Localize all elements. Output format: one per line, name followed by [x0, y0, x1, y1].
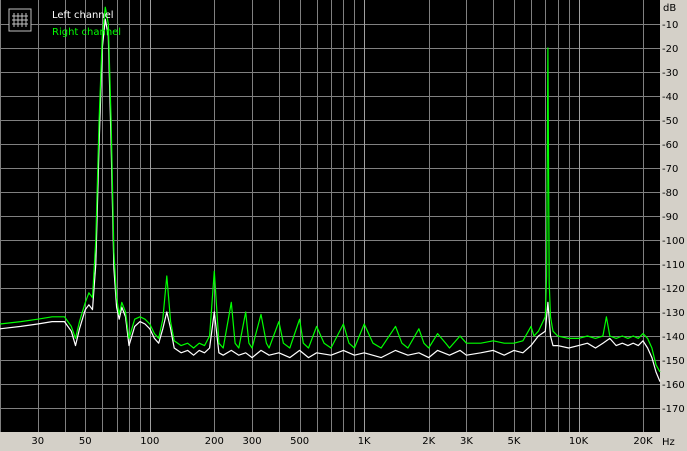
- x-tick-label: 3K: [460, 436, 473, 447]
- y-tick-label: -140: [662, 332, 685, 343]
- y-unit-label: dB: [663, 3, 676, 14]
- y-tick-label: -90: [662, 212, 678, 223]
- x-tick-label: 10K: [569, 436, 589, 447]
- y-tick-label: -70: [662, 164, 678, 175]
- y-tick-label: -10: [662, 20, 678, 31]
- y-tick-label: -60: [662, 140, 678, 151]
- x-tick-label: 50: [79, 436, 92, 447]
- y-tick-label: -160: [662, 380, 685, 391]
- y-tick-label: -170: [662, 404, 685, 415]
- x-unit-label: Hz: [662, 437, 675, 448]
- y-tick-label: -120: [662, 284, 685, 295]
- y-tick-label: -100: [662, 236, 685, 247]
- x-tick-label: 200: [205, 436, 224, 447]
- x-tick-label: 30: [31, 436, 44, 447]
- legend-left-channel: Left channel: [52, 10, 114, 21]
- x-tick-label: 300: [243, 436, 262, 447]
- y-tick-label: -20: [662, 44, 678, 55]
- x-tick-label: 100: [140, 436, 159, 447]
- x-tick-label: 5K: [508, 436, 521, 447]
- x-axis-ticks: 30 50 100 200 300 500 1K 2K 3K 5K 10K 20K: [31, 436, 653, 447]
- legend-right-channel: Right channel: [52, 27, 121, 38]
- y-tick-label: -150: [662, 356, 685, 367]
- y-tick-label: -80: [662, 188, 678, 199]
- x-tick-label: 20K: [633, 436, 653, 447]
- y-axis-ticks: -10 -20 -30 -40 -50 -60 -70 -80 -90 -100 -110 -120 -…: [662, 20, 685, 415]
- y-tick-label: -110: [662, 260, 685, 271]
- y-tick-label: -50: [662, 116, 678, 127]
- x-tick-label: 1K: [358, 436, 371, 447]
- spectrum-chart: Left channel Right channel -10-20-30-40-…: [0, 0, 685, 448]
- y-tick-label: -30: [662, 68, 678, 79]
- y-tick-label: -130: [662, 308, 685, 319]
- y-tick-label: -40: [662, 92, 678, 103]
- x-tick-label: 2K: [422, 436, 435, 447]
- x-tick-label: 500: [290, 436, 309, 447]
